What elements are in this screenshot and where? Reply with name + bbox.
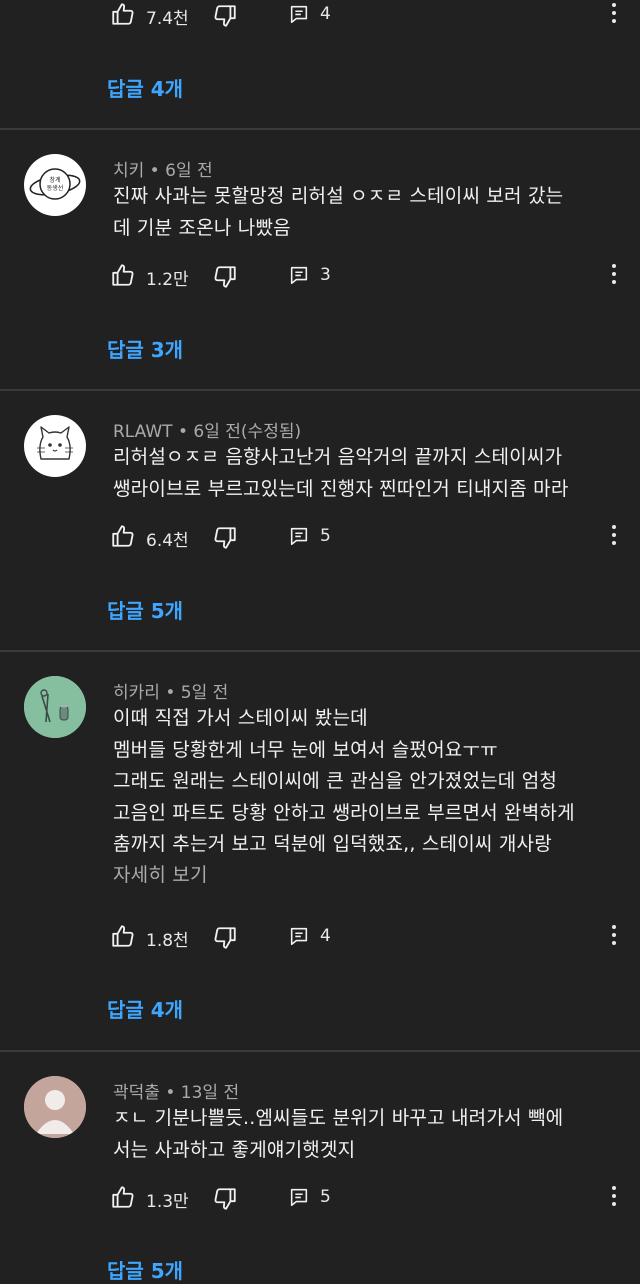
- reply-count: 4: [320, 4, 331, 24]
- dislike-icon[interactable]: [212, 3, 238, 29]
- view-replies-button[interactable]: 답글 5개: [107, 595, 183, 624]
- like-icon[interactable]: [110, 262, 136, 288]
- more-options-icon[interactable]: [610, 3, 618, 29]
- read-more-link[interactable]: 자세히 보기: [113, 860, 618, 892]
- like-count: 6.4천: [146, 531, 189, 551]
- avatar[interactable]: [24, 415, 86, 477]
- avatar[interactable]: [24, 1076, 86, 1138]
- divider: [0, 1050, 640, 1052]
- meta-separator: •: [159, 683, 181, 703]
- view-replies-button[interactable]: 답글 4개: [107, 73, 183, 102]
- author-name[interactable]: RLAWT: [113, 422, 173, 442]
- meta-separator: •: [159, 1083, 181, 1103]
- like-count: 1.8천: [146, 931, 189, 951]
- dislike-icon[interactable]: [212, 925, 238, 951]
- comment-time: 6일 전: [165, 161, 213, 181]
- comment-text: 진짜 사과는 못할망정 리허설 ㅇㅈㄹ 스테이씨 보러 갔는 데 기분 조온나 …: [113, 185, 564, 239]
- comment-meta: 히카리 • 5일 전: [113, 678, 228, 703]
- author-name[interactable]: 치키: [113, 161, 144, 181]
- default-avatar-icon: [24, 1076, 86, 1138]
- planet-avatar-icon: 창계 동생선: [29, 168, 81, 200]
- meta-separator: •: [144, 161, 166, 181]
- reply-count: 5: [320, 1187, 331, 1207]
- comment-meta: RLAWT • 6일 전(수정됨): [113, 417, 301, 442]
- meta-separator: •: [172, 422, 194, 442]
- reply-icon[interactable]: [288, 525, 310, 547]
- comment-actions: 1.8천 4: [110, 923, 630, 953]
- comment-meta: 치키 • 6일 전: [113, 156, 213, 181]
- cat-avatar-icon: [37, 426, 73, 460]
- more-options-icon[interactable]: [610, 525, 618, 551]
- dislike-icon[interactable]: [212, 525, 238, 551]
- comment-text: ㅈㄴ 기분나쁠듯..엠씨들도 분위기 바꾸고 내려가서 빽에 서는 사과하고 좋…: [113, 1107, 564, 1161]
- comment-actions: 7.4천 4: [110, 1, 630, 31]
- dislike-icon[interactable]: [212, 1186, 238, 1212]
- comment-time: 6일 전(수정됨): [193, 422, 302, 442]
- author-name[interactable]: 곽덕출: [113, 1083, 160, 1103]
- reply-icon[interactable]: [288, 264, 310, 286]
- more-options-icon[interactable]: [610, 925, 618, 951]
- more-options-icon[interactable]: [610, 1186, 618, 1212]
- divider: [0, 650, 640, 652]
- divider: [0, 128, 640, 130]
- comment-actions: 6.4천 5: [110, 523, 630, 553]
- avatar[interactable]: [24, 676, 86, 738]
- reply-icon[interactable]: [288, 925, 310, 947]
- like-count: 7.4천: [146, 9, 189, 29]
- comment-time: 13일 전: [180, 1083, 240, 1103]
- comment-meta: 곽덕출 • 13일 전: [113, 1078, 239, 1103]
- like-icon[interactable]: [110, 923, 136, 949]
- comment-text: 이때 직접 가서 스테이씨 봤는데 멤버들 당황한게 너무 눈에 보여서 슬펐어…: [113, 707, 575, 855]
- reply-icon[interactable]: [288, 3, 310, 25]
- like-count: 1.3만: [146, 1192, 189, 1212]
- author-name[interactable]: 히카리: [113, 683, 160, 703]
- scissors-avatar-icon: [24, 676, 86, 738]
- avatar-text: 동생선: [47, 184, 64, 192]
- comment-actions: 1.2만 3: [110, 262, 630, 292]
- comment-text: 리허설ㅇㅈㄹ 음향사고난거 음악거의 끝까지 스테이씨가 쌩라이브로 부르고있는…: [113, 446, 569, 500]
- comment-time: 5일 전: [180, 683, 229, 703]
- like-icon[interactable]: [110, 1184, 136, 1210]
- view-replies-button[interactable]: 답글 4개: [107, 994, 183, 1023]
- view-replies-button[interactable]: 답글 3개: [107, 334, 183, 363]
- reply-count: 3: [320, 265, 331, 285]
- divider: [0, 389, 640, 391]
- like-icon[interactable]: [110, 523, 136, 549]
- like-count: 1.2만: [146, 270, 189, 290]
- dislike-icon[interactable]: [212, 264, 238, 290]
- comment-actions: 1.3만 5: [110, 1184, 630, 1214]
- like-icon[interactable]: [110, 1, 136, 27]
- avatar[interactable]: 창계 동생선: [24, 154, 86, 216]
- more-options-icon[interactable]: [610, 264, 618, 290]
- avatar-text: 창계: [49, 176, 60, 184]
- reply-count: 5: [320, 526, 331, 546]
- reply-count: 4: [320, 926, 331, 946]
- reply-icon[interactable]: [288, 1186, 310, 1208]
